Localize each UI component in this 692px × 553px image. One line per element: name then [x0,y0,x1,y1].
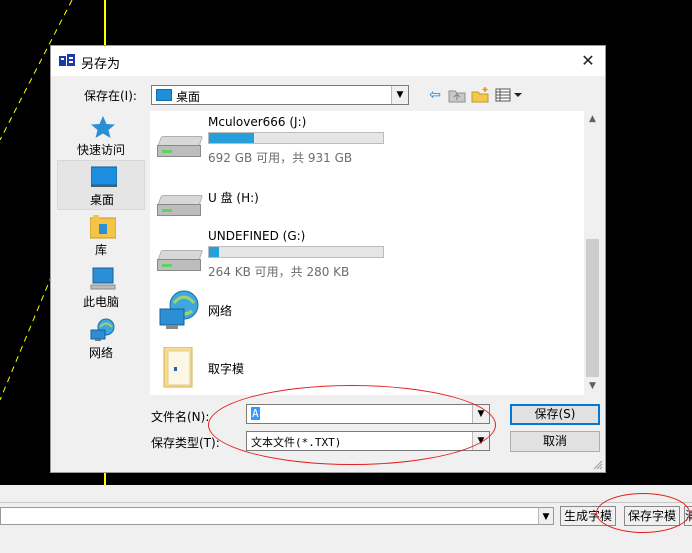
place-label: 库 [94,243,107,257]
list-item-drive-j[interactable]: Mculover666 (J:) 692 GB 可用，共 931 GB [150,111,580,167]
view-menu-icon[interactable] [495,87,525,103]
save-as-dialog: 另存为 ✕ 保存在(I): 桌面 ▼ ⇦ 快速访问 桌面 库 此电脑 网络 Mc… [50,45,606,473]
folder-icon [163,347,193,388]
save-in-label: 保存在(I): [84,89,137,103]
place-desktop[interactable]: 桌面 [57,160,145,210]
background-vertical-line [104,473,106,485]
list-item-drive-g[interactable]: UNDEFINED (G:) 264 KB 可用，共 280 KB [150,225,580,281]
library-icon [90,215,116,239]
file-list[interactable]: Mculover666 (J:) 692 GB 可用，共 931 GB U 盘 … [150,111,601,395]
place-library[interactable]: 库 [57,211,145,261]
filename-value: A [251,407,260,420]
chevron-down-icon[interactable]: ▼ [472,432,489,450]
save-button[interactable]: 保存(S) [510,404,600,425]
desktop-folder-icon [156,89,172,101]
list-item-drive-h[interactable]: U 盘 (H:) [150,177,580,219]
drive-icon [156,250,204,272]
item-name: UNDEFINED (G:) [208,229,306,243]
dialog-titlebar[interactable]: 另存为 ✕ [51,46,605,76]
generate-font-button[interactable]: 生成字模 [560,506,617,526]
place-network[interactable]: 网络 [57,314,145,364]
resize-grip-icon[interactable] [593,460,603,470]
save-in-value: 桌面 [176,90,201,104]
star-icon [91,116,115,138]
dialog-title: 另存为 [81,57,121,72]
place-label: 快速访问 [76,143,125,157]
scroll-down-icon[interactable]: ▼ [584,378,601,395]
desktop-icon [91,166,117,187]
disk-usage-bar [208,132,384,144]
item-detail: 264 KB 可用，共 280 KB [208,265,350,279]
place-label: 此电脑 [82,295,119,309]
item-detail: 692 GB 可用，共 931 GB [208,151,353,165]
save-in-dropdown[interactable]: 桌面 ▼ [151,85,409,105]
new-folder-icon[interactable] [471,87,489,103]
filetype-select[interactable]: 文本文件(*.TXT) ▼ [246,431,490,451]
chevron-down-icon[interactable]: ▼ [538,508,553,524]
back-arrow-icon[interactable]: ⇦ [426,87,444,103]
close-button[interactable]: ✕ [575,49,601,73]
divider [0,502,692,503]
clear-button[interactable]: 清 [684,506,692,526]
drive-icon [156,136,204,158]
place-quick-access[interactable]: 快速访问 [57,111,145,161]
scroll-thumb[interactable] [586,239,599,377]
drive-icon [156,195,204,217]
cancel-button[interactable]: 取消 [510,431,600,452]
filename-input[interactable]: A ▼ [246,404,490,424]
scroll-up-icon[interactable]: ▲ [584,111,601,128]
place-this-pc[interactable]: 此电脑 [57,263,145,313]
places-bar: 快速访问 桌面 库 此电脑 网络 [57,111,145,396]
save-font-button[interactable]: 保存字模 [624,506,681,526]
network-icon [159,290,199,329]
network-icon [90,318,115,341]
list-item-folder[interactable]: 取字模 [150,341,580,395]
item-name: 网络 [208,304,233,318]
filetype-label: 保存类型(T): [151,436,220,450]
file-list-scrollbar[interactable]: ▲ ▼ [584,111,601,395]
computer-icon [90,267,116,290]
item-name: U 盘 (H:) [208,191,259,205]
filename-label: 文件名(N): [151,410,210,424]
disk-usage-bar [208,246,384,258]
chevron-down-icon[interactable]: ▼ [391,86,408,104]
item-name: Mculover666 (J:) [208,115,307,129]
place-label: 网络 [88,346,113,360]
app-icon [59,54,75,66]
bottom-input[interactable]: ▼ [0,507,554,525]
list-item-network[interactable]: 网络 [150,285,580,335]
place-label: 桌面 [89,193,114,207]
up-folder-icon[interactable] [448,87,466,103]
filetype-value: 文本文件(*.TXT) [251,436,342,449]
background-vertical-line [104,0,106,45]
chevron-down-icon[interactable]: ▼ [472,405,489,423]
item-name: 取字模 [208,362,245,376]
